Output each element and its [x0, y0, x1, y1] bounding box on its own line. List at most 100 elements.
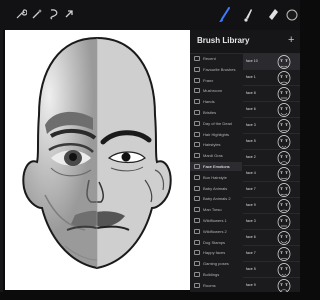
brush-set-item[interactable]: Dog Stamps	[190, 238, 242, 247]
add-brush-icon[interactable]: +	[288, 33, 294, 47]
brush-face-thumbnail	[277, 87, 291, 101]
brush-item[interactable]: face 6	[243, 230, 300, 246]
left-sidebar[interactable]	[0, 30, 3, 292]
bottom-bar	[0, 292, 300, 300]
brush-set-label: Hands	[203, 99, 215, 105]
brush-item[interactable]: face 7	[243, 246, 300, 262]
brush-set-item[interactable]: Gaming poses	[190, 259, 242, 268]
brush-set-label: Gaming poses	[203, 261, 229, 267]
brush-item[interactable]: face 8	[243, 86, 300, 102]
brush-name: face 2	[246, 155, 256, 159]
brush-set-icon	[194, 56, 200, 61]
brush-item[interactable]: face 3	[243, 214, 300, 230]
brush-face-thumbnail	[277, 263, 291, 277]
panel-title: Brush Library	[197, 36, 250, 45]
brush-list: face 10 face 1 face 8 face 6 face 3 face 5 fac…	[243, 54, 300, 294]
eraser-icon[interactable]	[266, 7, 280, 23]
brush-face-thumbnail	[277, 151, 291, 165]
brush-set-item[interactable]: Happy faces	[190, 248, 242, 257]
smudge-icon[interactable]	[241, 7, 255, 23]
brush-set-item[interactable]: Day of the Dead	[190, 119, 242, 128]
brush-icon[interactable]	[218, 7, 232, 23]
drawing-canvas[interactable]	[5, 30, 190, 290]
brush-set-label: Favourite Brushes	[203, 66, 236, 72]
brush-item[interactable]: face 7	[243, 182, 300, 198]
brush-set-icon	[194, 164, 200, 169]
brush-set-label: Dog Stamps	[203, 239, 226, 245]
brush-set-label: Buildings	[203, 272, 220, 277]
brush-set-label: Bun Hairstyle	[203, 174, 227, 180]
brush-name: face 9	[246, 283, 256, 287]
brush-set-item[interactable]: Hairstyles	[190, 140, 242, 149]
brush-face-thumbnail	[277, 247, 291, 261]
brush-set-icon	[194, 131, 200, 137]
brush-set-item[interactable]: Wildflowers 2	[190, 227, 242, 236]
brush-set-icon	[194, 185, 200, 191]
brush-name: face 6	[246, 107, 256, 111]
brush-item[interactable]: face 1	[243, 70, 300, 86]
brush-set-icon	[194, 196, 200, 202]
brush-set-item[interactable]: Wildflowers 1	[190, 216, 242, 225]
brush-set-label: Day of the Dead	[203, 120, 232, 126]
brush-set-item[interactable]: Recent	[190, 54, 242, 63]
top-toolbar	[0, 0, 300, 30]
brush-name: face 10	[246, 59, 258, 63]
app-frame: Brush Library + Recent Favourite Brushes F…	[0, 0, 300, 300]
brush-set-label: Wildflowers 1	[203, 218, 227, 223]
wrench-icon[interactable]	[14, 8, 28, 22]
brush-face-thumbnail	[277, 167, 291, 181]
brush-set-item[interactable]: Man Torso	[190, 205, 242, 214]
brush-set-item[interactable]: Franx	[190, 76, 242, 85]
brush-set-item[interactable]: Favourite Brushes	[190, 65, 242, 74]
brush-face-thumbnail	[277, 119, 291, 133]
brush-item[interactable]: face 4	[243, 166, 300, 182]
brush-set-label: Mardi Gras	[203, 153, 223, 159]
brush-set-item[interactable]: Rooms	[190, 281, 242, 290]
transform-arrow-icon[interactable]	[62, 8, 76, 22]
brush-item[interactable]: face 6	[243, 102, 300, 118]
brush-set-label: Baby Animals	[203, 185, 228, 191]
brush-face-thumbnail	[277, 215, 291, 229]
brush-item[interactable]: face 9	[243, 198, 300, 214]
brush-set-item[interactable]: Face Emotions	[190, 162, 242, 171]
brush-set-item[interactable]: Mardi Gras	[190, 151, 242, 160]
brush-set-label: Recent	[203, 56, 216, 61]
brush-item[interactable]: face 5	[243, 134, 300, 150]
brush-set-label: Mushroom	[203, 88, 222, 94]
brush-face-thumbnail	[277, 183, 291, 197]
brush-set-icon	[194, 66, 200, 72]
panel-header: Brush Library +	[190, 30, 300, 54]
brush-set-label: Baby Animals 2	[203, 196, 231, 202]
brush-set-item[interactable]: Buildings	[190, 270, 242, 279]
brush-set-label: Happy faces	[203, 250, 226, 256]
brush-name: face 1	[246, 75, 256, 79]
brush-face-thumbnail	[277, 199, 291, 213]
brush-set-label: Hair Highlights	[203, 131, 230, 137]
brush-face-thumbnail	[277, 135, 291, 149]
brush-face-thumbnail	[277, 71, 291, 85]
color-swatch-icon[interactable]	[286, 7, 298, 23]
brush-name: face 3	[246, 219, 256, 223]
brush-set-icon	[194, 282, 200, 288]
brush-set-item[interactable]: Mushroom	[190, 86, 242, 95]
brush-item[interactable]: face 5	[243, 262, 300, 278]
brush-set-item[interactable]: Baby Animals	[190, 184, 242, 193]
brush-item[interactable]: face 3	[243, 118, 300, 134]
magic-wand-icon[interactable]	[30, 8, 44, 22]
brush-set-icon	[194, 272, 200, 277]
brush-set-label: Rooms	[203, 282, 216, 288]
brush-set-icon	[194, 77, 200, 83]
brush-item[interactable]: face 10	[243, 54, 300, 70]
brush-name: face 9	[246, 203, 256, 207]
brush-set-item[interactable]: Hands	[190, 97, 242, 106]
selection-icon[interactable]	[47, 8, 61, 22]
brush-set-item[interactable]: Hair Highlights	[190, 130, 242, 139]
brush-library-panel: Brush Library + Recent Favourite Brushes F…	[190, 30, 300, 294]
brush-set-item[interactable]: Baby Animals 2	[190, 194, 242, 203]
brush-name: face 5	[246, 139, 256, 143]
brush-set-icon	[194, 261, 200, 267]
brush-set-item[interactable]: Bun Hairstyle	[190, 173, 242, 182]
brush-set-item[interactable]: Bristles	[190, 108, 242, 117]
brush-set-label: Wildflowers 2	[203, 228, 227, 234]
brush-item[interactable]: face 2	[243, 150, 300, 166]
